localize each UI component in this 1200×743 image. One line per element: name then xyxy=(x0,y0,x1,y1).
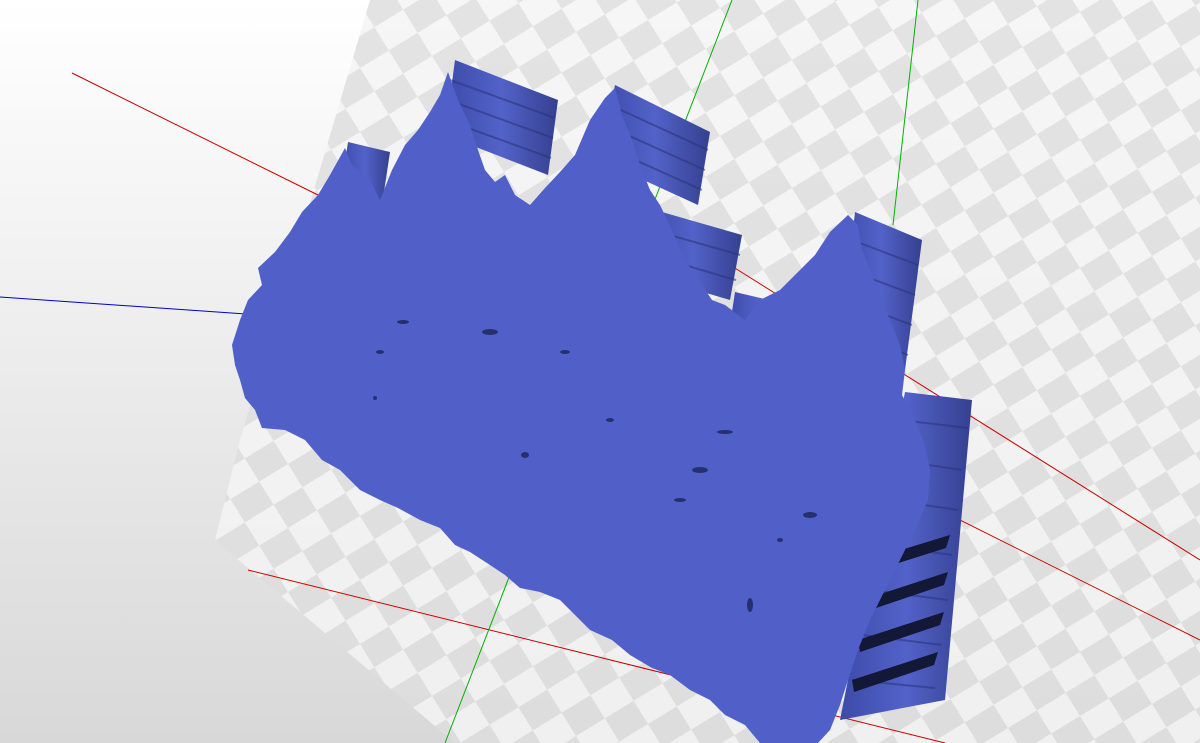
3d-viewport[interactable] xyxy=(0,0,1200,743)
